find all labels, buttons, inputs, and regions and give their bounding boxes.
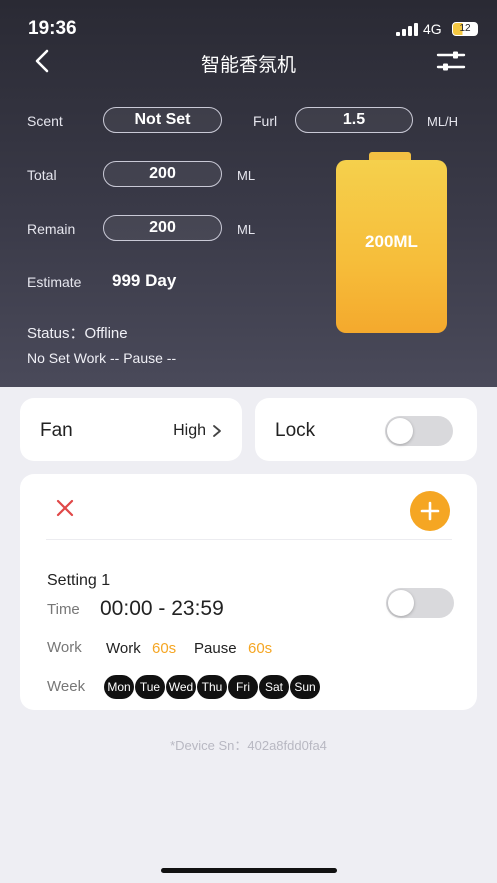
remain-value[interactable]: 200 [103,215,222,241]
remain-label: Remain [27,221,76,237]
pause-duration: 60s [248,640,273,657]
furl-value[interactable]: 1.5 [295,107,413,133]
time-label: Time [47,601,80,618]
total-unit: ML [237,168,256,183]
day-mon[interactable]: Mon [104,675,134,699]
setting-title: Setting 1 [47,572,111,589]
scent-value[interactable]: Not Set [103,107,222,133]
schedule-card: Setting 1 Time 00:00 - 23:59 Work Work 6… [20,474,477,710]
total-value[interactable]: 200 [103,161,222,187]
day-wed[interactable]: Wed [166,675,196,699]
signal-icon [396,22,418,36]
day-thu[interactable]: Thu [197,675,227,699]
toggle-knob [388,590,414,616]
work-status: No Set Work -- Pause -- [27,350,177,366]
toggle-knob [387,418,413,444]
lock-card: Lock [255,398,477,461]
chevron-right-icon [213,425,221,437]
day-sun[interactable]: Sun [290,675,320,699]
estimate-value: 999 Day [112,271,177,290]
pause-text: Pause [194,640,237,657]
day-fri[interactable]: Fri [228,675,258,699]
weekday-list: Mon Tue Wed Thu Fri Sat Sun [104,675,320,699]
week-label: Week [47,678,86,695]
header-panel: 19:36 4G 12 智能香氛机 Scent Not Set Furl 1.5… [0,0,497,387]
furl-label: Furl [253,113,278,129]
day-sat[interactable]: Sat [259,675,289,699]
fan-label: Fan [40,420,73,441]
setting-toggle[interactable] [386,588,454,618]
scent-label: Scent [27,113,63,129]
device-serial: *Device Sn：402a8fdd0fa4 [170,738,327,753]
fan-card[interactable]: Fan High [20,398,242,461]
lock-label: Lock [275,420,316,441]
battery-icon: 12 [452,22,478,36]
bottle-volume: 200ML [365,232,418,251]
liquid-bottle: 200ML [336,160,447,333]
lock-toggle[interactable] [385,416,453,446]
fan-speed-value: High [173,422,206,439]
fan-speed[interactable]: High [173,422,222,440]
total-label: Total [27,167,57,183]
status-bar: 19:36 4G 12 [0,0,497,44]
remain-unit: ML [237,222,256,237]
furl-unit: ML/H [427,114,459,129]
add-schedule-button[interactable] [410,491,450,531]
network-type: 4G [423,21,442,37]
status-time: 19:36 [28,18,77,39]
close-icon[interactable] [54,497,76,519]
day-tue[interactable]: Tue [135,675,165,699]
work-text: Work [106,640,141,657]
home-indicator[interactable] [161,868,337,873]
plus-icon [420,501,440,521]
work-label: Work [47,639,82,656]
device-status: Status：Offline [27,325,128,342]
divider [46,539,452,540]
estimate-label: Estimate [27,274,82,290]
work-duration: 60s [152,640,177,657]
settings-sliders-icon[interactable] [436,50,466,72]
time-range: 00:00 - 23:59 [100,597,224,620]
page-title: 智能香氛机 [200,55,296,76]
